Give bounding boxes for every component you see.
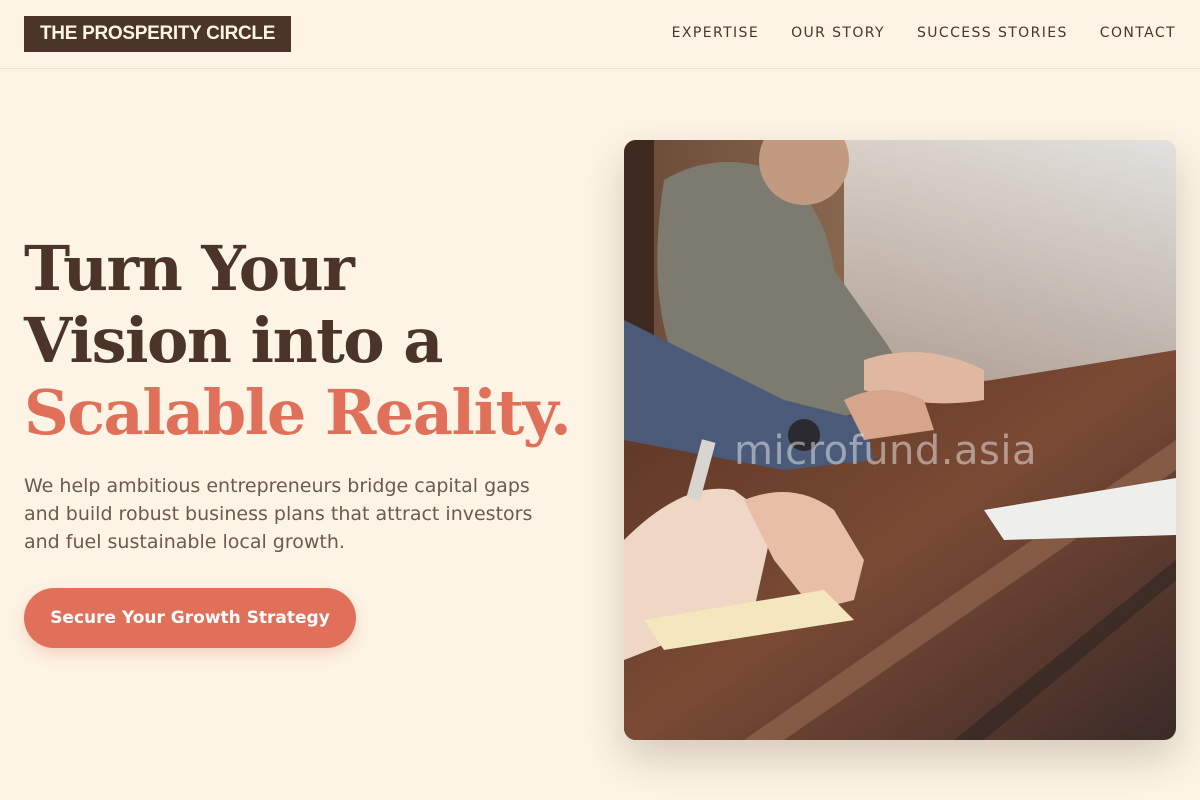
nav-link-our-story[interactable]: OUR STORY	[791, 24, 885, 42]
hero-title-line-2: Vision into a	[24, 304, 443, 377]
nav-link-contact[interactable]: CONTACT	[1100, 24, 1176, 42]
hero-title: Turn Your Vision into a Scalable Reality…	[24, 233, 604, 449]
hero-title-accent: Scalable Reality.	[24, 376, 572, 449]
brand-logo[interactable]: THE PROSPERITY CIRCLE	[24, 16, 292, 52]
nav-link-expertise[interactable]: EXPERTISE	[672, 24, 759, 42]
hero-title-line-1: Turn Your	[24, 232, 355, 305]
hero-subtitle: We help ambitious entrepreneurs bridge c…	[24, 475, 533, 553]
image-watermark: microfund.asia	[734, 428, 1037, 474]
cta-button[interactable]: Secure Your Growth Strategy	[24, 588, 356, 648]
main-nav: EXPERTISE OUR STORY SUCCESS STORIES CONT…	[672, 24, 1176, 42]
nav-link-success-stories[interactable]: SUCCESS STORIES	[917, 24, 1068, 42]
site-header: THE PROSPERITY CIRCLE EXPERTISE OUR STOR…	[0, 0, 1200, 69]
